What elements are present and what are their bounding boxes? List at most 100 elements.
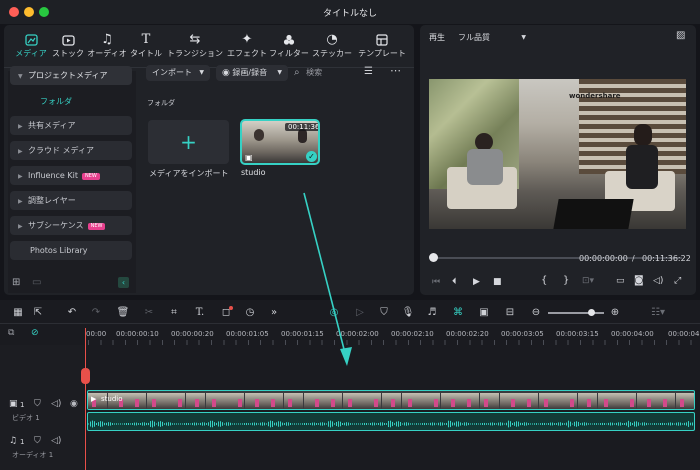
previous-frame-icon[interactable]: ⏮ bbox=[432, 277, 440, 287]
volume-icon[interactable]: ◁) bbox=[653, 276, 663, 286]
marker-icon[interactable]: ⛉ bbox=[376, 306, 392, 320]
crop-icon[interactable]: ⌗ bbox=[166, 306, 182, 320]
step-back-icon[interactable]: ⏴ bbox=[452, 277, 457, 287]
waveform-bar bbox=[570, 421, 571, 427]
video-clip[interactable]: ▶ studio bbox=[87, 390, 695, 410]
waveform-bar bbox=[324, 422, 325, 426]
waveform-bar bbox=[404, 422, 405, 426]
mark-in-icon[interactable]: { bbox=[541, 275, 547, 286]
waveform-bar bbox=[430, 422, 431, 426]
folder-icon[interactable]: ▭ bbox=[32, 277, 41, 288]
more-options-icon[interactable]: ⋯ bbox=[390, 64, 401, 77]
tab-title[interactable]: T タイトル bbox=[128, 31, 164, 65]
record-dropdown[interactable]: ◉ 録画/録音 ▼ bbox=[216, 65, 288, 81]
waveform-bar bbox=[320, 422, 321, 426]
studio-clip-thumbnail[interactable]: 00:11:36 ▣ ✓ bbox=[240, 119, 320, 165]
link-icon[interactable]: ⊘ bbox=[31, 328, 39, 338]
cut-icon[interactable]: ✂ bbox=[141, 306, 157, 320]
mark-out-icon[interactable]: } bbox=[563, 275, 569, 286]
split-screen-icon[interactable]: ⊟ bbox=[502, 306, 518, 320]
tab-audio[interactable]: ♫ オーディオ bbox=[86, 31, 128, 65]
playhead[interactable] bbox=[85, 328, 86, 470]
zoom-slider[interactable] bbox=[548, 312, 604, 314]
chevron-right-icon: ▶ bbox=[18, 223, 23, 230]
new-badge: NEW bbox=[87, 223, 106, 230]
waveform-bar bbox=[576, 421, 577, 427]
waveform-bar bbox=[208, 422, 209, 426]
waveform-bar bbox=[674, 423, 675, 425]
playhead-handle[interactable] bbox=[81, 368, 90, 384]
tab-transition[interactable]: ⇆ トランジション bbox=[164, 31, 226, 65]
sidebar-item-photos-library[interactable]: Photos Library bbox=[10, 241, 132, 260]
ruler-label: 00:00:01:05 bbox=[226, 330, 269, 338]
lock-icon[interactable]: ⛉ bbox=[34, 399, 41, 409]
audio-clip[interactable] bbox=[87, 412, 695, 431]
new-folder-icon[interactable]: ⊞ bbox=[12, 277, 20, 288]
tab-stock[interactable]: ストック bbox=[50, 31, 86, 65]
scrubber-handle[interactable] bbox=[429, 253, 438, 262]
waveform-bar bbox=[112, 423, 113, 425]
zoom-out-icon[interactable]: ⊖ bbox=[528, 306, 544, 320]
text-tool-icon[interactable]: T. bbox=[192, 306, 208, 320]
speed-icon[interactable]: ◷ bbox=[242, 306, 258, 320]
mute-icon[interactable]: ◁) bbox=[51, 436, 61, 446]
eye-icon[interactable]: ◉ bbox=[70, 399, 78, 409]
search-box[interactable]: ⌕ 検索 bbox=[294, 65, 354, 81]
import-media-tile[interactable]: + bbox=[148, 120, 229, 164]
sidebar-item-shared-media[interactable]: ▶ 共有メディア bbox=[10, 116, 132, 135]
waveform-bar bbox=[624, 423, 625, 425]
select-tool-icon[interactable]: ⇱ bbox=[30, 306, 46, 320]
sidebar-item-folder[interactable]: フォルダ bbox=[40, 96, 72, 107]
waveform-bar bbox=[488, 423, 489, 425]
waveform-bar bbox=[200, 422, 201, 426]
tab-label: メディア bbox=[15, 49, 47, 58]
stop-icon[interactable]: ■ bbox=[493, 277, 502, 287]
fullscreen-icon[interactable]: ⤢ bbox=[674, 276, 681, 286]
video-preview[interactable]: wondershare bbox=[429, 79, 686, 229]
quality-dropdown[interactable]: フル品質 ▼ bbox=[458, 31, 526, 44]
layout-icon[interactable]: ▦ bbox=[10, 306, 26, 320]
sidebar-item-sub-sequence[interactable]: ▶ サブシーケンス NEW bbox=[10, 216, 132, 235]
more-tools-icon[interactable]: » bbox=[266, 306, 282, 320]
sidebar-item-project-media[interactable]: ▼ プロジェクトメディア bbox=[10, 66, 132, 85]
import-dropdown[interactable]: インポート ▼ bbox=[146, 65, 210, 81]
insert-clip-icon[interactable]: ⊡▾ bbox=[582, 276, 594, 286]
waveform-bar bbox=[142, 422, 143, 426]
timeline-settings-icon[interactable]: ☷▾ bbox=[650, 306, 666, 320]
zoom-in-icon[interactable]: ⊕ bbox=[607, 306, 623, 320]
filter-sort-icon[interactable]: ☰ bbox=[364, 66, 373, 77]
waveform-bar bbox=[216, 422, 217, 426]
waveform-bar bbox=[628, 420, 629, 428]
zoom-slider-handle[interactable] bbox=[588, 309, 595, 316]
sidebar-item-cloud-media[interactable]: ▶ クラウド メディア bbox=[10, 141, 132, 160]
redo-icon[interactable]: ↷ bbox=[88, 306, 104, 320]
display-settings-icon[interactable]: ▭ bbox=[616, 276, 625, 286]
waveform-bar bbox=[496, 423, 497, 425]
tab-filter[interactable]: フィルター bbox=[268, 31, 310, 65]
add-track-icon[interactable]: ⧉ bbox=[8, 328, 14, 338]
play-icon[interactable]: ▶ bbox=[473, 277, 480, 287]
pip-icon[interactable]: ▣ bbox=[476, 306, 492, 320]
waveform-bar bbox=[274, 422, 275, 426]
waveform-bar bbox=[502, 422, 503, 426]
undo-icon[interactable]: ↶ bbox=[64, 306, 80, 320]
snapshot-image-icon[interactable]: ▨ bbox=[676, 30, 685, 41]
lock-icon[interactable]: ⛉ bbox=[34, 436, 41, 446]
sidebar-item-adjustment-layer[interactable]: ▶ 調整レイヤー bbox=[10, 191, 132, 210]
clip-frame bbox=[421, 393, 441, 409]
tab-sticker[interactable]: ◔ ステッカー bbox=[310, 31, 354, 65]
collapse-sidebar-button[interactable]: ‹ bbox=[118, 277, 129, 288]
delete-icon[interactable]: 🗑 bbox=[115, 306, 131, 320]
clip-frame bbox=[323, 393, 343, 409]
sidebar-item-influence-kit[interactable]: ▶ Influence Kit NEW bbox=[10, 166, 132, 185]
waveform-bar bbox=[218, 421, 219, 427]
search-input[interactable]: 検索 bbox=[306, 68, 322, 77]
tab-effect[interactable]: ✦ エフェクト bbox=[226, 31, 268, 65]
audio-mixer-icon[interactable]: ♬ bbox=[424, 306, 440, 320]
tab-template[interactable]: テンプレート bbox=[354, 31, 410, 65]
snap-icon[interactable]: ⌘ bbox=[450, 306, 466, 320]
microphone-icon[interactable]: 🎙 bbox=[400, 306, 416, 320]
camera-icon[interactable]: ◙ bbox=[634, 275, 644, 286]
mute-icon[interactable]: ◁) bbox=[51, 399, 61, 409]
tab-media[interactable]: メディア bbox=[12, 31, 50, 65]
